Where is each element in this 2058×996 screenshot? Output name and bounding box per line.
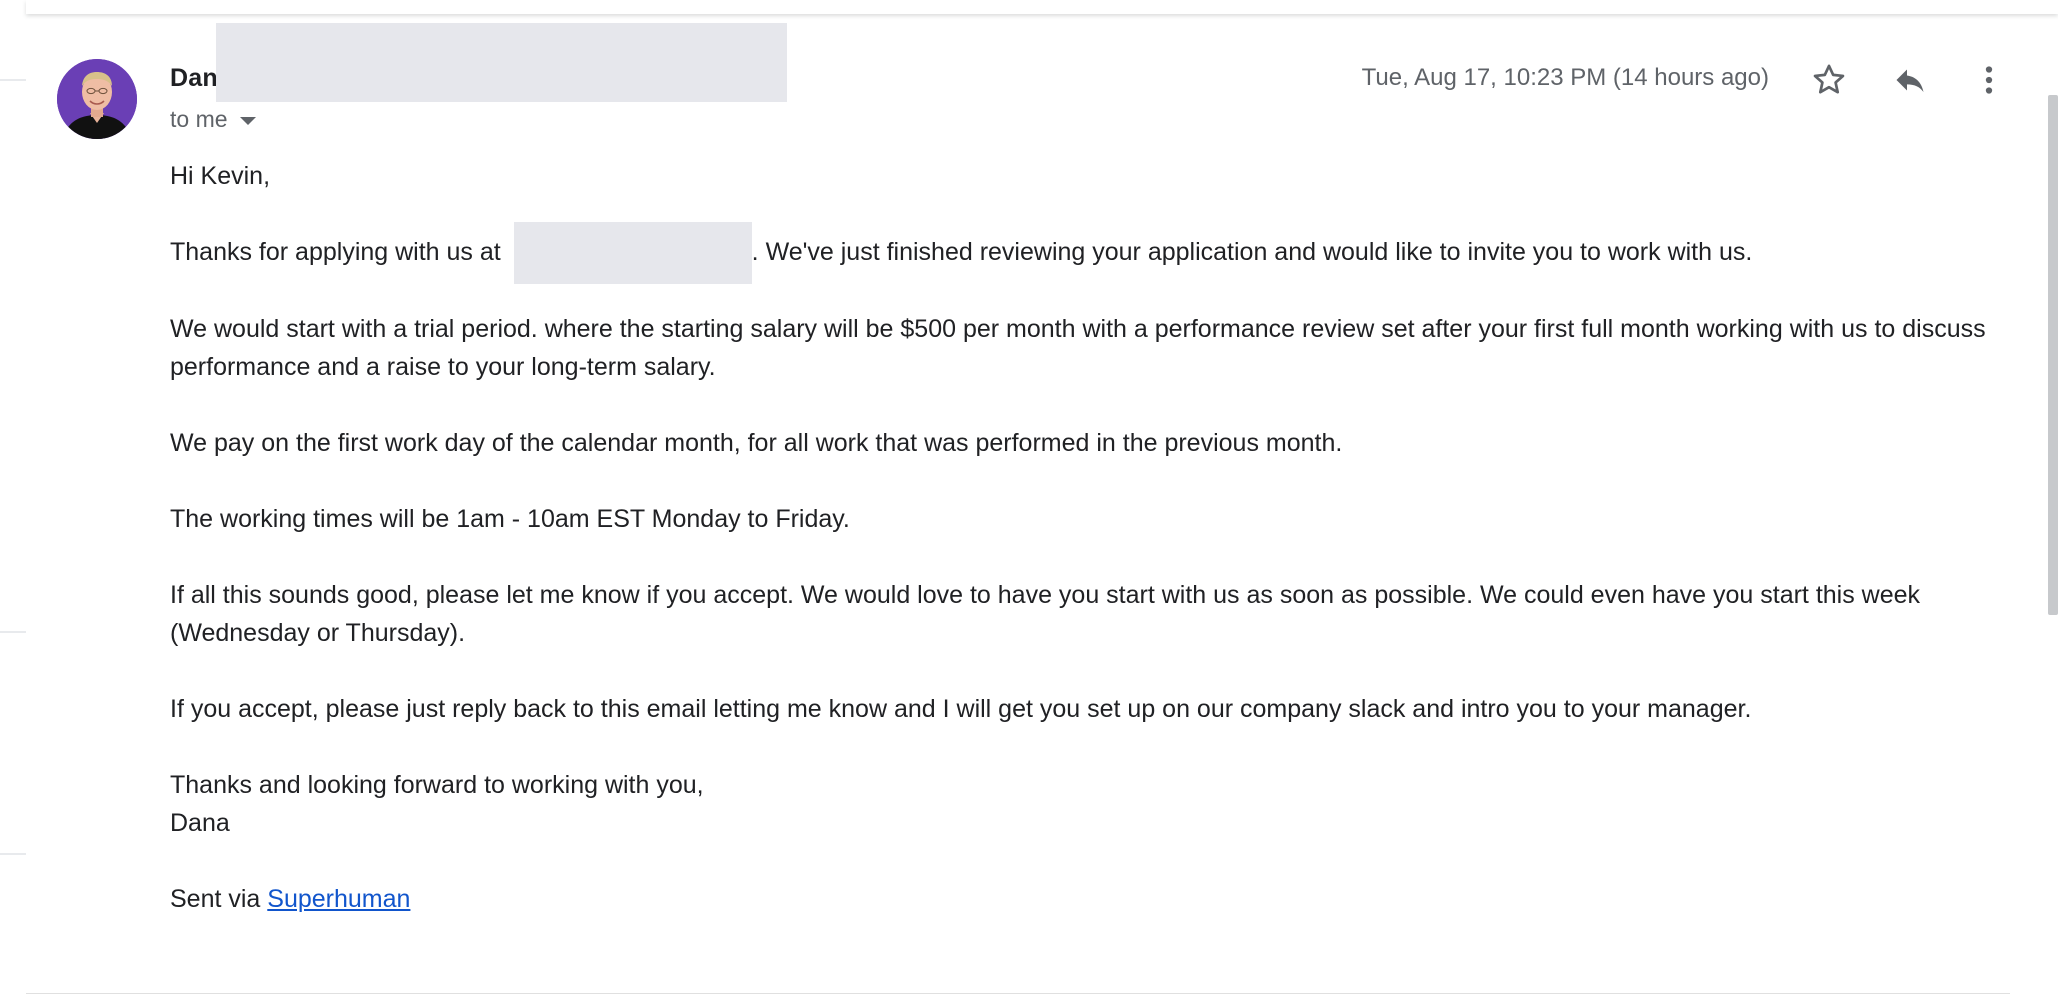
avatar-photo — [57, 59, 137, 139]
signature-name: Dana — [170, 809, 230, 838]
sender-name[interactable]: Dan — [170, 64, 218, 93]
signature-block: Thanks and looking forward to working wi… — [170, 766, 2010, 842]
body-paragraph: If all this sounds good, please let me k… — [170, 581, 1921, 648]
superhuman-link[interactable]: Superhuman — [267, 885, 410, 913]
sent-via-prefix: Sent via — [170, 885, 268, 914]
recipient-details-toggle[interactable]: to me — [170, 106, 256, 133]
star-outline-icon — [1813, 64, 1845, 94]
previous-message-edge — [26, 0, 2058, 14]
company-name-redaction — [513, 222, 752, 285]
left-divider — [0, 631, 26, 633]
more-options-button[interactable] — [1965, 56, 2013, 104]
email-view: Dan to me Tue, Aug 17, 10:23 PM (14 hour… — [0, 0, 2058, 996]
sent-via-line: Sent via Superhuman — [170, 880, 2010, 918]
sender-name-redaction — [216, 23, 787, 102]
closing-line: Thanks and looking forward to working wi… — [170, 771, 704, 800]
body-paragraph: We would start with a trial period. wher… — [170, 315, 1986, 382]
body-paragraph: We pay on the first work day of the cale… — [170, 429, 1343, 458]
more-vert-icon — [1985, 66, 1993, 94]
scrollbar-thumb[interactable] — [2048, 95, 2058, 615]
left-divider — [0, 79, 26, 81]
caret-down-icon — [239, 116, 256, 125]
body-text-segment: . We've just finished reviewing your app… — [751, 238, 1753, 266]
left-divider — [0, 853, 26, 855]
greeting: Hi Kevin, — [170, 162, 271, 190]
recipient-label: to me — [170, 106, 228, 132]
body-paragraph: The working times will be 1am - 10am EST… — [170, 505, 850, 534]
body-text-segment: Thanks for applying with us at — [170, 238, 508, 266]
sender-avatar[interactable] — [57, 59, 137, 139]
reply-button[interactable] — [1886, 56, 1934, 104]
reply-icon — [1896, 69, 1924, 92]
body-paragraph: If you accept, please just reply back to… — [170, 695, 1752, 724]
star-button[interactable] — [1805, 56, 1853, 104]
body-paragraph: Thanks for applying with us at . We've j… — [170, 222, 2010, 285]
message-timestamp: Tue, Aug 17, 10:23 PM (14 hours ago) — [1361, 64, 1769, 91]
message-body: Hi Kevin, Thanks for applying with us at… — [170, 157, 2010, 956]
message-divider — [26, 993, 2010, 994]
